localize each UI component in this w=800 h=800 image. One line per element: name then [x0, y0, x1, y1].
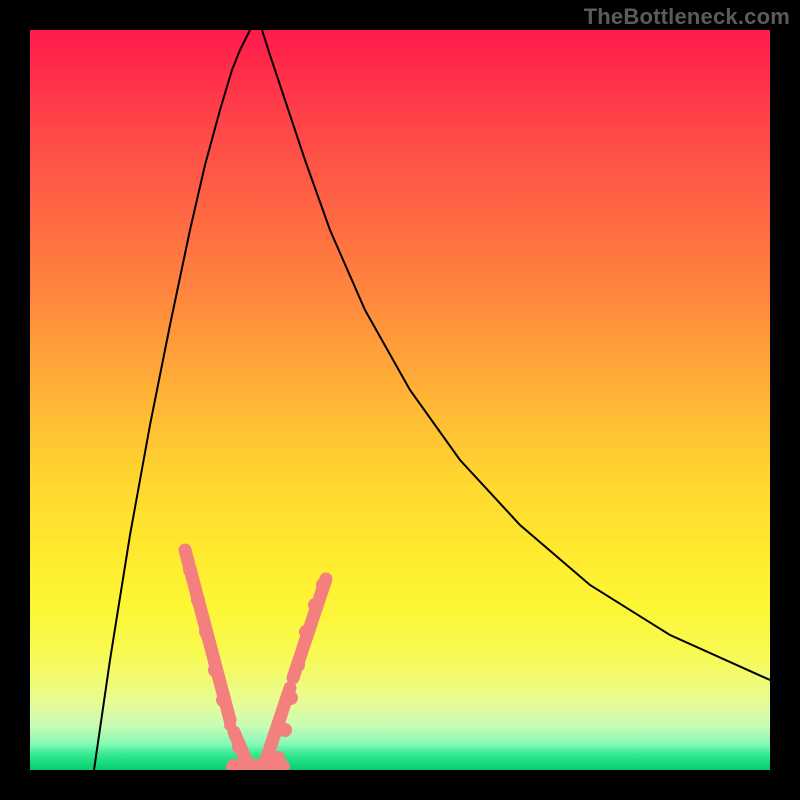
bead-dot	[284, 691, 298, 705]
bead-dot	[308, 598, 322, 612]
bead-dot	[216, 693, 230, 707]
bead-dot	[199, 625, 213, 639]
bead-dot	[232, 740, 246, 754]
watermark-text: TheBottleneck.com	[584, 4, 790, 30]
chart-svg	[30, 30, 770, 770]
bead-dot	[278, 723, 292, 737]
right-curve	[262, 30, 770, 680]
curve-group	[94, 30, 770, 770]
chart-frame: TheBottleneck.com	[0, 0, 800, 800]
bead-dot	[291, 658, 305, 672]
bead-dot	[299, 625, 313, 639]
left-curve	[94, 30, 250, 770]
bead-dot	[316, 578, 330, 592]
bead-dot	[271, 751, 285, 765]
plot-area	[30, 30, 770, 770]
bead-dot	[208, 663, 222, 677]
bead-dot	[191, 593, 205, 607]
marker-beads-group	[185, 550, 326, 767]
bead-dot	[183, 563, 197, 577]
bead-dot	[224, 719, 236, 731]
dot-group	[183, 563, 330, 770]
